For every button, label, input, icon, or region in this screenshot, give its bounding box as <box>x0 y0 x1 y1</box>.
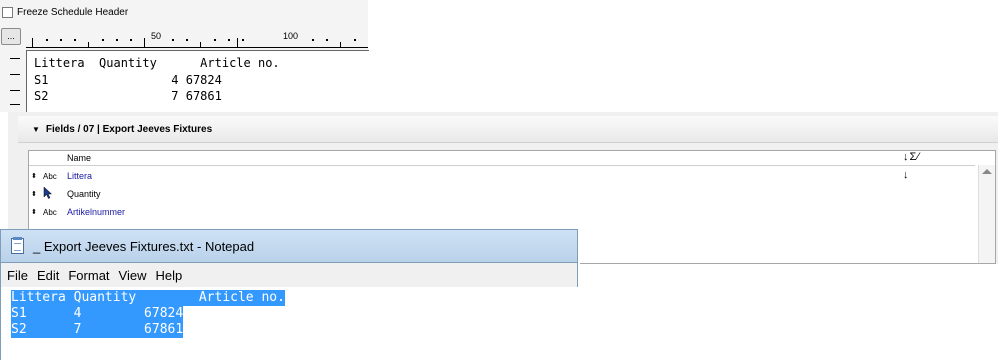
field-name: Littera <box>67 171 93 181</box>
fields-section-header[interactable]: ▼ Fields / 07 | Export Jeeves Fixtures <box>18 116 998 143</box>
text-type-icon: Abc <box>43 171 57 181</box>
column-option-icons[interactable]: ↓Σ⁄ <box>903 151 920 163</box>
field-row-quantity[interactable]: ⬍ Quantity <box>29 185 969 203</box>
notepad-text-area[interactable]: Littera Quantity Article no. S1 4 67824 … <box>0 287 578 360</box>
menu-help[interactable]: Help <box>155 268 182 283</box>
notepad-menubar: File Edit Format View Help <box>0 263 578 287</box>
sort-handle-icon[interactable]: ⬍ <box>31 190 37 198</box>
ruler-label-50: 50 <box>151 31 162 41</box>
freeze-header-option[interactable]: Freeze Schedule Header <box>2 3 128 21</box>
preview-row: S1 4 67824 <box>34 73 222 87</box>
preview-row: S2 7 67861 <box>34 89 222 103</box>
fields-column-header: Name ↓Σ⁄ <box>29 151 975 166</box>
selected-text-line: S2 7 67861 <box>11 322 184 338</box>
field-row-littera[interactable]: ⬍ Abc Littera <box>29 167 969 185</box>
notepad-titlebar[interactable]: _ Export Jeeves Fixtures.txt - Notepad <box>0 229 578 263</box>
ellipsis-button[interactable]: ... <box>1 28 21 45</box>
fields-section-title: Fields / 07 | Export Jeeves Fixtures <box>45 123 213 135</box>
sort-handle-icon[interactable]: ⬍ <box>31 172 37 180</box>
scroll-up-arrow-icon[interactable] <box>982 169 992 174</box>
ruler-baseline <box>26 47 368 48</box>
ruler: 50 100 <box>26 30 368 48</box>
notepad-title: _ Export Jeeves Fixtures.txt - Notepad <box>33 238 255 254</box>
menu-view[interactable]: View <box>119 268 147 283</box>
notepad-window: _ Export Jeeves Fixtures.txt - Notepad F… <box>0 229 580 360</box>
name-column-header[interactable]: Name <box>67 153 91 163</box>
field-name: Artikelnummer <box>67 207 126 217</box>
menu-file[interactable]: File <box>7 268 28 283</box>
field-row-artikelnummer[interactable]: ⬍ Abc Artikelnummer <box>29 203 969 221</box>
vertical-scrollbar[interactable] <box>978 165 995 263</box>
pointer-cursor-icon <box>43 186 53 201</box>
text-type-icon: Abc <box>43 207 57 217</box>
collapse-triangle-icon[interactable]: ▼ <box>32 125 40 134</box>
sort-handle-icon[interactable]: ⬍ <box>31 208 37 216</box>
schedule-preview-area: Freeze Schedule Header ... 50 100 Litter… <box>0 0 369 113</box>
notepad-icon <box>11 237 24 254</box>
field-name: Quantity <box>67 189 101 199</box>
ruler-label-100: 100 <box>283 31 299 41</box>
menu-edit[interactable]: Edit <box>37 268 59 283</box>
schedule-preview: Littera Quantity Article no. S1 4 67824 … <box>26 50 369 113</box>
freeze-header-label: Freeze Schedule Header <box>17 6 129 18</box>
preview-header-row: Littera Quantity Article no. <box>34 56 280 70</box>
freeze-header-checkbox[interactable] <box>2 6 13 18</box>
selected-text-line: S1 4 67824 <box>11 306 184 322</box>
selected-text-line: Littera Quantity Article no. <box>11 290 285 306</box>
menu-format[interactable]: Format <box>68 268 109 283</box>
